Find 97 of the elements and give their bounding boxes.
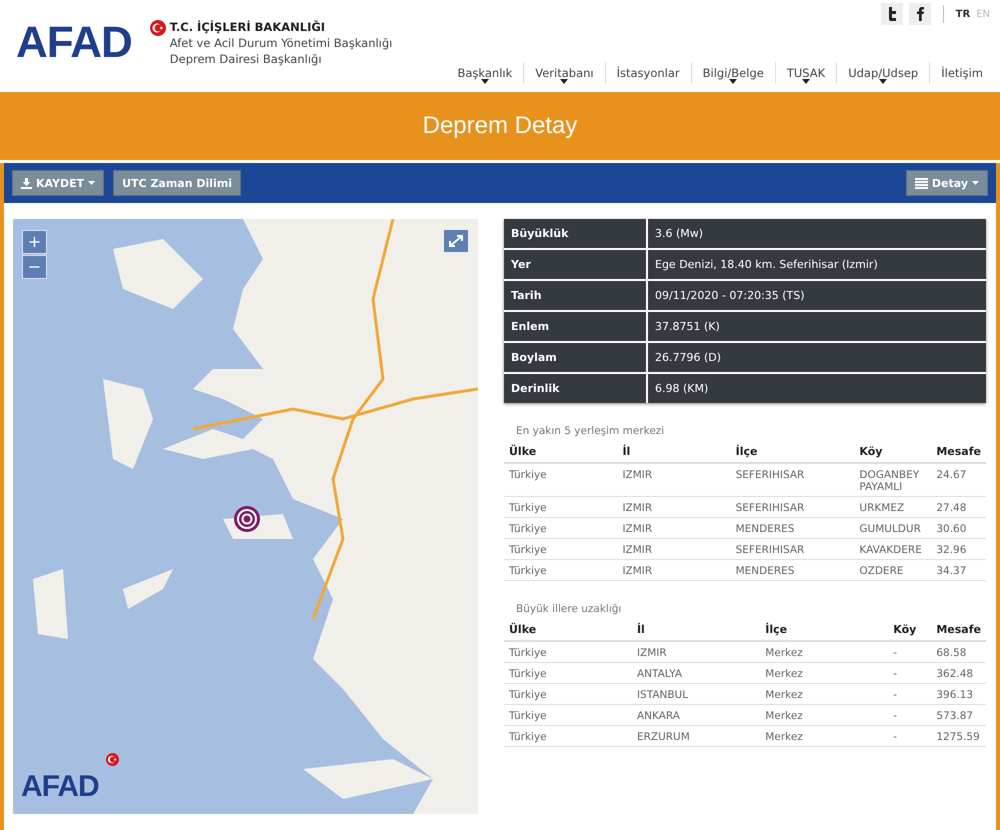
map[interactable]: + − AFAD <box>13 219 478 814</box>
detail-label: Boylam <box>504 342 647 373</box>
table-cell: Türkiye <box>504 684 632 704</box>
nav-item[interactable]: Başkanlık <box>446 62 524 84</box>
table-cell: Türkiye <box>504 704 632 726</box>
section-title: Büyük illere uzaklığı <box>515 602 622 617</box>
detail-value: 26.7796 (D) <box>647 342 986 373</box>
download-icon <box>21 178 32 188</box>
detail-label: Büyüklük <box>504 219 647 249</box>
table-cell: Türkiye <box>504 496 618 518</box>
column-header: Ülke <box>504 445 618 463</box>
table-cell: IZMIR <box>617 560 731 580</box>
caret-icon <box>972 181 979 185</box>
table-cell: IZMIR <box>617 463 731 496</box>
language-link[interactable]: TR <box>956 8 970 20</box>
table-cell: SEFERIHISAR <box>730 463 854 496</box>
table-cell: - <box>888 684 932 704</box>
detail-label: Yer <box>504 249 647 280</box>
column-header: Mesafe <box>931 445 986 463</box>
table-cell: 573.87 <box>931 704 986 726</box>
column-header: İl <box>617 445 731 463</box>
table-cell: IZMIR <box>617 496 731 518</box>
table-cell: Türkiye <box>504 518 618 538</box>
list-icon <box>914 178 928 188</box>
table-cell: 32.96 <box>931 538 986 560</box>
table-cell: Merkez <box>760 684 888 704</box>
zoom-in-button[interactable]: + <box>22 230 47 254</box>
column-header: Köy <box>854 445 932 463</box>
table-cell: 1275.59 <box>931 726 986 746</box>
table-cell: ANTALYA <box>632 662 760 684</box>
detail-label: Derinlik <box>504 373 647 403</box>
column-header: İlçe <box>730 445 854 463</box>
afad-logo: AFAD <box>21 770 99 804</box>
detail-value: 3.6 (Mw) <box>647 219 986 249</box>
table-cell: - <box>888 662 932 684</box>
column-header: Köy <box>888 623 932 641</box>
table-cell: Merkez <box>760 726 888 746</box>
detail-value: 37.8751 (K) <box>647 311 986 342</box>
afad-logo[interactable]: AFAD <box>16 21 132 65</box>
table-cell: 396.13 <box>931 684 986 704</box>
epicenter-icon <box>233 505 261 533</box>
nav-item[interactable]: İletişim <box>929 62 994 84</box>
table-cell: Türkiye <box>504 641 632 662</box>
zoom-out-button[interactable]: − <box>22 255 47 279</box>
table-cell: GUMULDUR <box>854 518 932 538</box>
table-cell: - <box>888 704 932 726</box>
ministry-name: T.C. İÇİŞLERİ BAKANLIĞI <box>170 20 326 34</box>
table-cell: Türkiye <box>504 662 632 684</box>
nav-item[interactable]: Veritabanı <box>523 62 605 84</box>
nav-item[interactable]: Udap/Udsep <box>836 62 930 84</box>
table-cell: 34.37 <box>931 560 986 580</box>
table-cell: IZMIR <box>617 518 731 538</box>
table-cell: Türkiye <box>504 560 618 580</box>
table-cell: Merkez <box>760 662 888 684</box>
table-cell: - <box>888 726 932 746</box>
table-cell: DOGANBEY PAYAMLI <box>854 463 932 496</box>
table-cell: ERZURUM <box>632 726 760 746</box>
table-cell: IZMIR <box>617 538 731 560</box>
table-cell: KAVAKDERE <box>854 538 932 560</box>
nav-item[interactable]: Bilgi/Belge <box>690 62 775 84</box>
table-cell: SEFERIHISAR <box>730 538 854 560</box>
nav-item[interactable]: İstasyonlar <box>604 62 691 84</box>
table-cell: SEFERIHISAR <box>730 496 854 518</box>
detail-label: Enlem <box>504 311 647 342</box>
column-header: Ülke <box>504 623 632 641</box>
detail-value: Ege Denizi, 18.40 km. Seferihisar (Izmir) <box>647 249 986 280</box>
column-header: Mesafe <box>931 623 986 641</box>
detail-value: 09/11/2020 - 07:20:35 (TS) <box>647 280 986 311</box>
caret-icon <box>88 181 96 185</box>
section-title: En yakın 5 yerleşim merkezi <box>515 424 666 439</box>
table-cell: Türkiye <box>504 538 618 560</box>
table-cell: Merkez <box>760 704 888 726</box>
table-cell: 362.48 <box>931 662 986 684</box>
table-cell: MENDERES <box>730 560 854 580</box>
detail-label: Tarih <box>504 280 647 311</box>
detail-value: 6.98 (KM) <box>647 373 986 403</box>
table-cell: Merkez <box>760 641 888 662</box>
column-header: İl <box>632 623 760 641</box>
table-cell: Türkiye <box>504 463 618 496</box>
table-cell: MENDERES <box>730 518 854 538</box>
table-cell: 24.67 <box>931 463 986 496</box>
nav-item[interactable]: TUSAK <box>774 62 836 84</box>
table-cell: 68.58 <box>931 641 986 662</box>
table-cell: OZDERE <box>854 560 932 580</box>
table-cell: Türkiye <box>504 726 632 746</box>
page-title: Deprem Detay <box>422 112 578 140</box>
table-cell: IZMIR <box>632 641 760 662</box>
table-cell: - <box>888 641 932 662</box>
column-header: İlçe <box>760 623 888 641</box>
table-cell: 27.48 <box>931 496 986 518</box>
fullscreen-icon[interactable] <box>444 230 468 252</box>
table-cell: URKMEZ <box>854 496 932 518</box>
department-name: Deprem Dairesi Başkanlığı <box>170 52 323 66</box>
table-cell: ANKARA <box>632 704 760 726</box>
agency-name: Afet ve Acil Durum Yönetimi Başkanlığı <box>170 36 392 50</box>
table-cell: ISTANBUL <box>632 684 760 704</box>
table-cell: 30.60 <box>931 518 986 538</box>
